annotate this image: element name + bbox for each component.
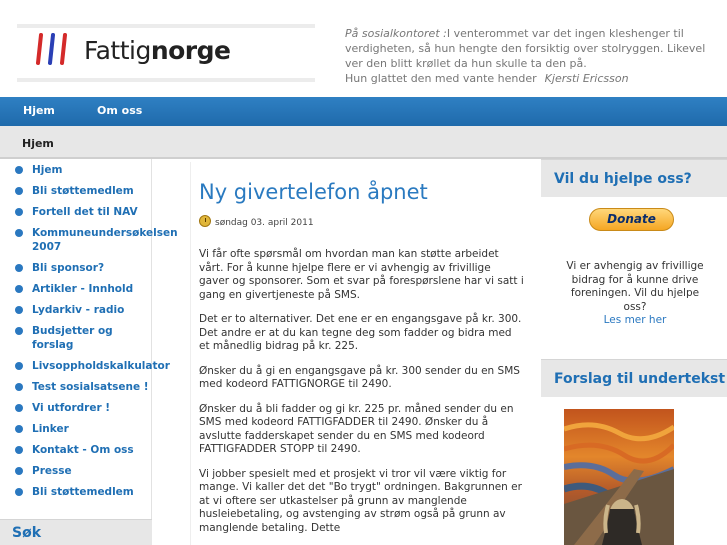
read-more-link[interactable]: Les mer her [604,314,667,326]
sidebar-item[interactable]: Lydarkiv - radio [15,303,150,317]
logo-divider [17,24,315,28]
sidebar-item[interactable]: Test sosialsatsene ! [15,380,150,394]
post-date: søndag 03. april 2011 [199,215,314,228]
sidebar-item[interactable]: Kontakt - Om oss [15,443,150,457]
page: Fattignorge På sosialkontoret :I ventero… [0,0,727,545]
suggest-heading: Forslag til undertekst [554,371,726,387]
search-heading-box: Søk [0,519,152,545]
main-content: Ny givertelefon åpnet søndag 03. april 2… [199,162,529,545]
donate-button[interactable]: Donate [589,208,674,231]
sidebar-item[interactable]: Budsjetter og forslag [15,324,150,352]
sidebar-item[interactable]: Fortell det til NAV [15,205,150,219]
breadcrumb-bar: Hjem [0,126,727,159]
help-text: Vi er avhengig av frivillige bidrag for … [565,260,705,328]
post-paragraph: Vi jobber spesielt med et prosjekt vi tr… [199,467,522,534]
sidebar-item[interactable]: Artikler - Innhold [15,282,150,296]
sidebar-item[interactable]: Presse [15,464,150,478]
header-quote: På sosialkontoret :I venterommet var det… [345,26,713,86]
logo-divider [17,78,315,82]
site-logo-text[interactable]: Fattignorge [84,36,231,65]
sidebar-item[interactable]: Bli støttemedlem [15,184,150,198]
site-header: Fattignorge På sosialkontoret :I ventero… [0,0,727,97]
quote-author: Kjersti Ericsson [544,72,629,85]
sidebar-item[interactable]: Bli støttemedlem [15,485,150,499]
sidebar-menu: Hjem Bli støttemedlem Fortell det til NA… [15,163,178,506]
left-sidebar: Hjem Bli støttemedlem Fortell det til NA… [0,159,178,545]
nav-home-link[interactable]: Hjem [23,104,55,117]
post-date-text: søndag 03. april 2011 [215,218,314,228]
breadcrumb[interactable]: Hjem [22,137,54,150]
post-paragraph: Ønsker du å gi en engangsgave på kr. 300… [199,364,520,391]
post-body: Vi får ofte spørsmål om hvordan man kan … [199,248,524,545]
sidebar-item[interactable]: Vi utfordrer ! [15,401,150,415]
sidebar-item[interactable]: Livsoppholdskalkulator [15,359,170,373]
quote-intro: På sosialkontoret : [345,27,447,40]
post-title[interactable]: Ny givertelefon åpnet [199,180,428,204]
content-divider [190,162,191,545]
post-paragraph: Ønsker du å bli fadder og gi kr. 225 pr.… [199,402,514,456]
right-sidebar: Vil du hjelpe oss? Donate Vi er avhengig… [541,159,727,545]
logo-text-bold: norge [150,36,231,65]
post-paragraph: Det er to alternativer. Det ene er en en… [199,313,522,352]
help-description: Vi er avhengig av frivillige bidrag for … [566,260,704,313]
main-nav: Hjem Om oss [0,97,727,126]
nav-about-link[interactable]: Om oss [97,104,142,117]
sidebar-item[interactable]: Kommuneundersøkelsen 2007 [15,226,178,254]
suggest-heading-box: Forslag til undertekst [541,359,727,397]
logo-text-light: Fattig [84,36,151,65]
post-paragraph: Vi får ofte spørsmål om hvordan man kan … [199,248,524,301]
help-heading-box: Vil du hjelpe oss? [541,159,727,197]
clock-icon [199,215,211,227]
sidebar-item[interactable]: Linker [15,422,150,436]
sidebar-item[interactable]: Hjem [15,163,150,177]
help-heading: Vil du hjelpe oss? [554,171,692,187]
sidebar-item[interactable]: Bli sponsor? [15,261,150,275]
logo-icon[interactable] [34,33,74,65]
scream-painting-image[interactable] [564,409,674,545]
quote-line2: Hun glattet den med vante hender [345,72,537,85]
search-heading: Søk [12,525,42,541]
